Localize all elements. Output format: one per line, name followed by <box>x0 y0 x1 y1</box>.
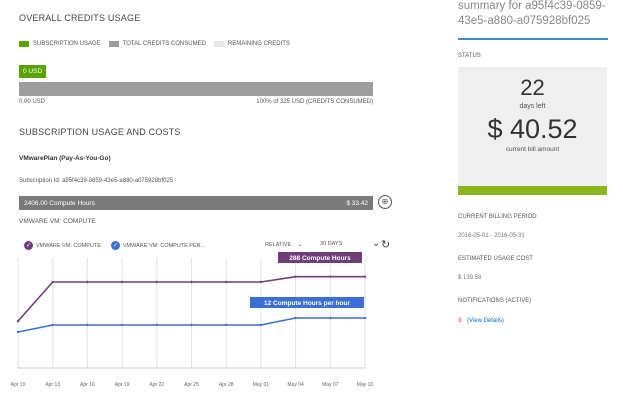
overall-credits-title: OVERALL CREDITS USAGE <box>19 13 141 23</box>
x-tick-label: May 01 <box>253 382 270 388</box>
series-compute-per-line-point <box>16 330 20 334</box>
chevron-down-icon[interactable]: ⌄ <box>372 238 380 249</box>
x-tick-label: May 10 <box>357 382 374 388</box>
legend-subscription-usage: SUBSCRIPTION USAGE <box>33 41 101 47</box>
summary-underline <box>458 38 608 40</box>
x-tick-label: Apr 10 <box>11 382 26 388</box>
credits-min-label: 0.00 USD <box>19 99 46 105</box>
annotation-compute-hours: 288 Compute Hours <box>289 255 351 262</box>
status-indicator-bar <box>458 186 607 195</box>
credits-progress-bar <box>19 82 373 96</box>
usage-line-chart: 288 Compute Hours 12 Compute Hours per ho… <box>11 252 374 388</box>
series-compute-line-point <box>16 319 20 323</box>
series-compute-line-point <box>86 280 89 284</box>
series-compute-per-line-point <box>86 323 89 327</box>
chevron-down-icon: ⌄ <box>297 242 303 248</box>
billing-period-value: 2016-05-01 - 2016-05-31 <box>458 233 525 239</box>
series-compute-line-point <box>294 275 297 278</box>
view-details-link[interactable]: (View Details) <box>467 318 504 324</box>
x-tick-label: Apr 19 <box>115 382 130 388</box>
relative-label: RELATIVE <box>265 241 292 248</box>
x-tick-label: May 07 <box>322 382 339 388</box>
x-tick-label: Apr 28 <box>219 382 234 388</box>
legend-compute: VMWARE VM: COMPUTE <box>36 242 101 249</box>
status-box: 22 days left $ 40.52 current bill amount <box>458 67 607 195</box>
series-compute-line-point <box>363 275 367 278</box>
credits-consumed-label: 100% of 325 USD (CREDITS CONSUMED) <box>256 99 373 105</box>
compute-hours-value: 2406.00 Compute Hours <box>24 199 95 207</box>
legend-remaining: REMAINING CREDITS <box>227 41 290 47</box>
series-compute-line-point <box>259 280 263 284</box>
notifications-count: 3 <box>458 318 462 324</box>
credits-consumed-fill <box>19 82 373 96</box>
subscription-usage-swatch <box>19 41 29 47</box>
x-tick-label: May 04 <box>287 382 304 388</box>
credits-legend: SUBSCRIPTION USAGE TOTAL CREDITS CONSUME… <box>19 41 290 47</box>
bill-amount-value: $ 40.52 <box>487 114 578 144</box>
chart-legend: ✓ VMWARE VM: COMPUTE ✓ VMWARE VM: COMPUT… <box>24 241 205 250</box>
estimated-cost-label: ESTIMATED USAGE COST <box>458 256 533 262</box>
summary-line-1: summary for a95f4c39-0859- <box>458 0 606 12</box>
meter-name: VMWARE VM: COMPUTE <box>19 218 96 225</box>
series-compute-line-point <box>225 280 228 284</box>
series-compute-per-line-point <box>329 316 332 320</box>
refresh-icon[interactable]: ↻ <box>381 238 390 251</box>
bill-amount-label: current bill amount <box>505 146 560 153</box>
legend-total-consumed: TOTAL CREDITS CONSUMED <box>122 41 206 47</box>
range-select[interactable]: 30 DAYS <box>320 241 342 247</box>
compute-cost-value: $ 33.42 <box>346 199 368 207</box>
relative-select[interactable]: RELATIVE ⌄ <box>265 241 303 249</box>
annotation-compute-per-hour: 12 Compute Hours per hour <box>264 300 350 307</box>
x-tick-label: Apr 22 <box>149 382 164 388</box>
status-label: STATUS <box>458 53 481 59</box>
series-compute-line-point <box>329 275 332 278</box>
x-tick-label: Apr 25 <box>184 382 199 388</box>
plan-name: VMwarePlan (Pay-As-You-Go) <box>19 155 111 162</box>
series-compute-line-point <box>155 280 158 284</box>
days-left-label: days left <box>519 103 546 110</box>
series-compute-per-line-point <box>259 323 263 327</box>
series-compute-per-line-point <box>190 323 193 327</box>
series-compute-per-line-point <box>225 323 228 327</box>
series-compute-per-line-point <box>120 323 124 327</box>
expand-icon[interactable]: ⊕ <box>378 195 392 209</box>
series-compute-line-point <box>51 280 54 284</box>
remaining-swatch <box>213 41 224 47</box>
subscription-id: Subscription Id: a95f4c39-0859-43e5-a880… <box>19 178 174 184</box>
series-compute-line-point <box>120 280 124 284</box>
days-left-value: 22 <box>520 75 545 100</box>
compute-hours-bar[interactable]: 2406.00 Compute Hours $ 33.42 <box>19 196 373 210</box>
legend-compute-per: VMWARE VM: COMPUTE PER... <box>122 242 206 249</box>
x-tick-label: Apr 16 <box>80 382 95 388</box>
notifications-row: 3 (View Details) <box>458 318 504 324</box>
summary-line-2: 43e5-a880-a075928bf025 <box>458 15 591 27</box>
billing-period-label: CURRENT BILLING PERIOD <box>458 214 537 220</box>
notifications-label: NOTIFICATIONS (ACTIVE) <box>458 298 532 304</box>
x-tick-label: Apr 13 <box>45 382 60 388</box>
estimated-cost-value: $ 139.58 <box>458 275 482 281</box>
total-consumed-swatch <box>108 41 119 47</box>
series-compute-per-line-point <box>51 323 54 327</box>
series-compute-per-line-point <box>294 316 297 320</box>
check-icon[interactable]: ✓ <box>110 241 120 250</box>
subscription-usage-title: SUBSCRIPTION USAGE AND COSTS <box>19 127 181 137</box>
check-icon[interactable]: ✓ <box>24 241 33 250</box>
usd-badge: 0 USD <box>19 65 47 78</box>
series-compute-per-line-point <box>363 316 367 320</box>
range-label: 30 DAYS <box>320 241 343 247</box>
series-compute-line-point <box>190 280 193 284</box>
series-compute-per-line-point <box>155 323 158 327</box>
